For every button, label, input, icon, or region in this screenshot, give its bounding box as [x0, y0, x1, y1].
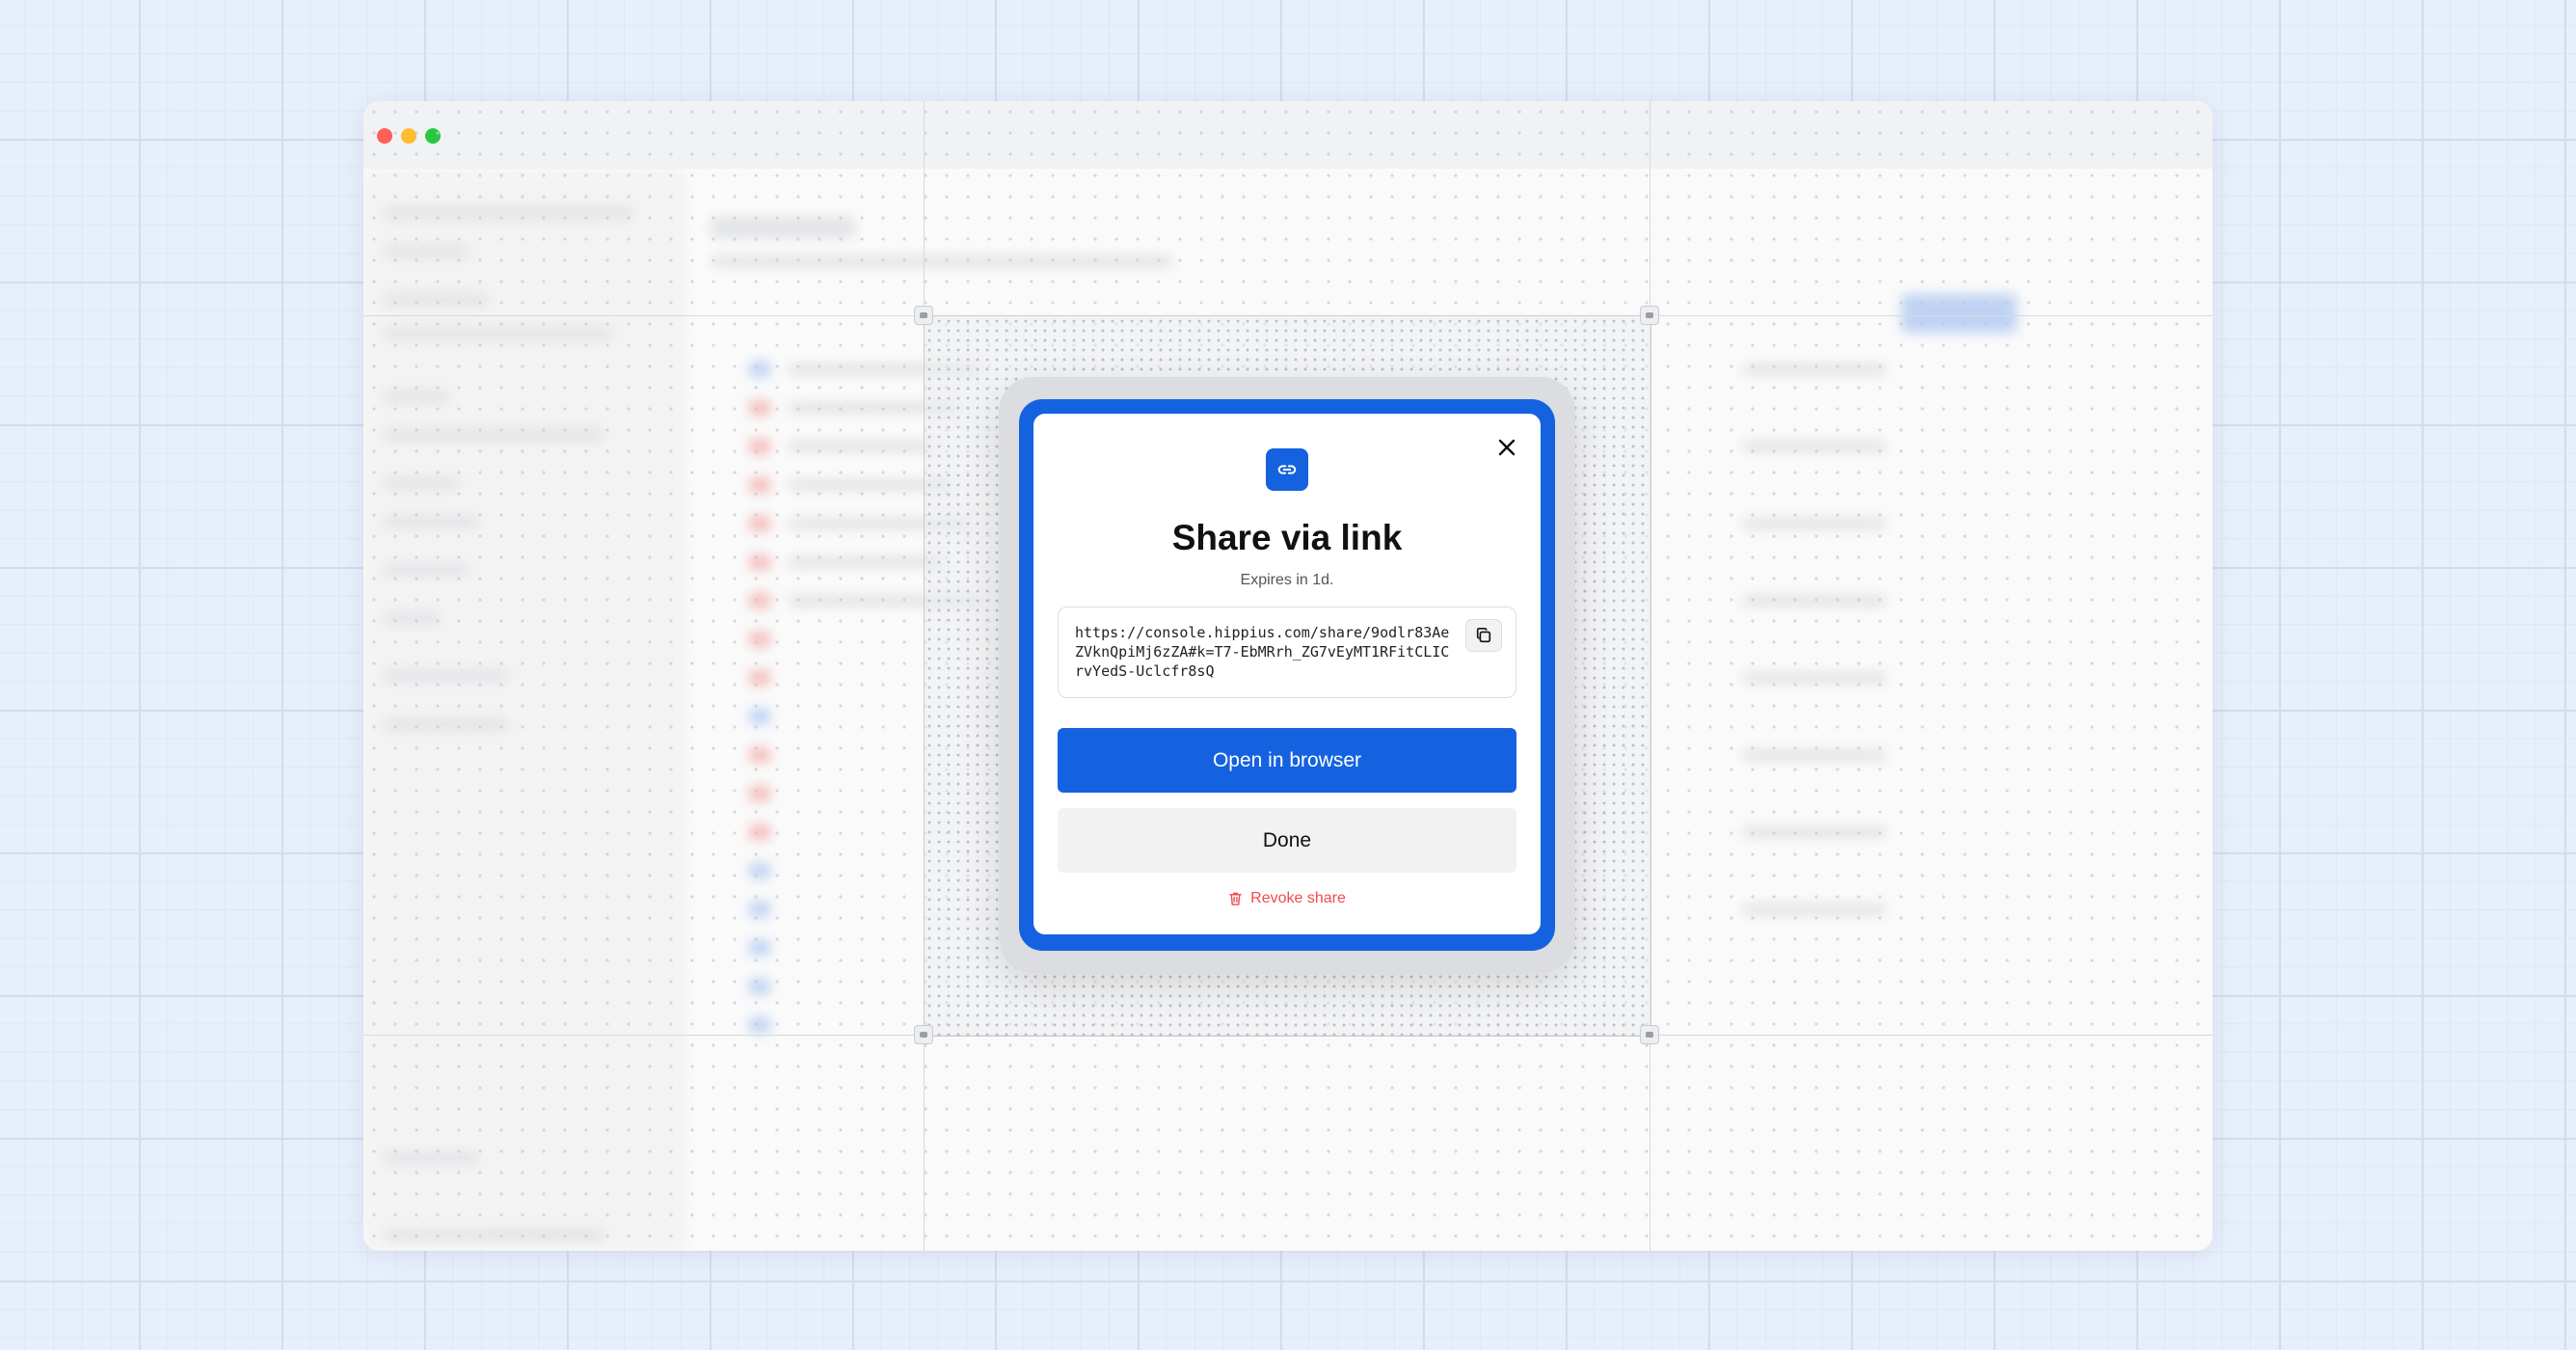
revoke-share-label: Revoke share	[1250, 890, 1346, 906]
close-button[interactable]	[1492, 433, 1521, 462]
close-icon	[1498, 439, 1516, 456]
copy-icon	[1476, 627, 1491, 643]
trash-icon	[1229, 892, 1242, 905]
resize-handle-bottom-left[interactable]	[914, 1025, 933, 1044]
open-in-browser-button[interactable]: Open in browser	[1058, 728, 1516, 793]
resize-handle-top-left[interactable]	[914, 306, 933, 325]
resize-handle-bottom-right[interactable]	[1640, 1025, 1659, 1044]
link-icon	[1277, 465, 1297, 474]
copy-button[interactable]	[1465, 619, 1502, 652]
share-url-box[interactable]: https://console.hippius.com/share/9odlr8…	[1058, 607, 1516, 698]
done-button[interactable]: Done	[1058, 808, 1516, 873]
resize-handle-top-right[interactable]	[1640, 306, 1659, 325]
share-dialog: Share via link Expires in 1d. https://co…	[1033, 414, 1541, 934]
link-icon-badge	[1266, 448, 1308, 491]
dialog-title: Share via link	[1171, 518, 1403, 557]
share-url[interactable]: https://console.hippius.com/share/9odlr8…	[1075, 623, 1456, 681]
revoke-share-button[interactable]: Revoke share	[1033, 890, 1541, 907]
expiry-text: Expires in 1d.	[1240, 572, 1334, 588]
